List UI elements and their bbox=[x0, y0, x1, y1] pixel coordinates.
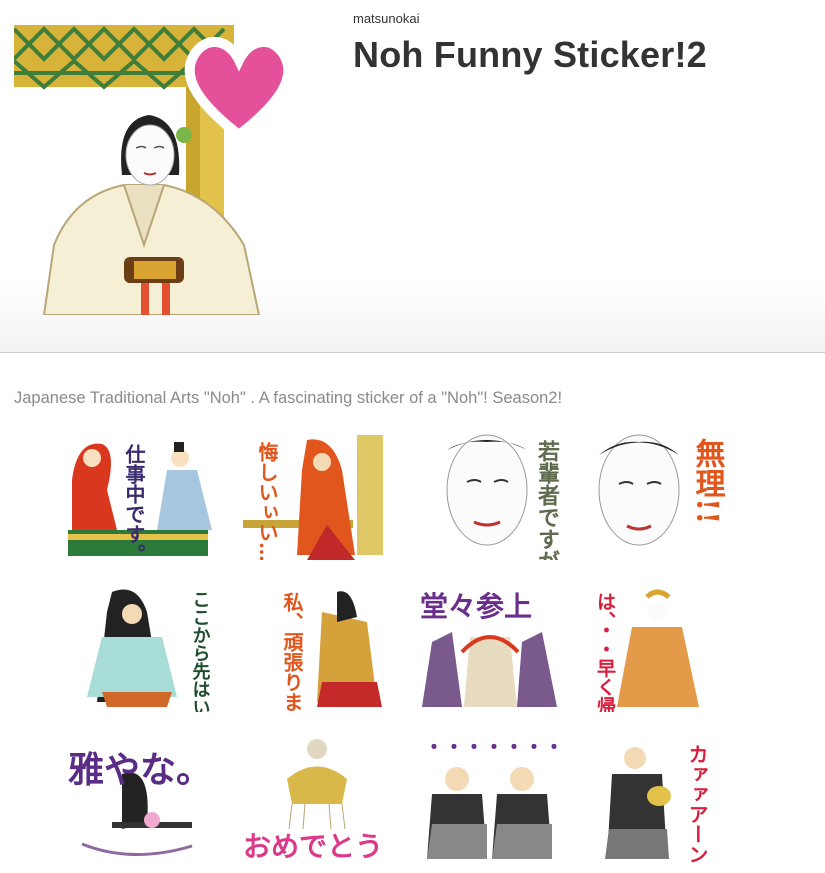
sticker-12-text: カァァアーン bbox=[685, 744, 709, 864]
sticker-3[interactable]: 若輩者ですが・・ bbox=[412, 430, 567, 560]
sticker-7-text: 堂々参上 bbox=[420, 590, 532, 623]
noh-performer-heart-illustration bbox=[12, 25, 294, 316]
sticker-5-text: ここから先はいってはなりませぬ! bbox=[190, 590, 211, 712]
author-name[interactable]: matsunokai bbox=[353, 11, 419, 26]
sticker-2[interactable]: 悔しいぃい…!! bbox=[237, 430, 392, 560]
sticker-2-text: 悔しいぃい…!! bbox=[255, 441, 279, 560]
main-sticker-image bbox=[12, 15, 314, 316]
sticker-3-text: 若輩者ですが・・ bbox=[534, 439, 561, 560]
sticker-6[interactable]: 私、頑張りまする! bbox=[237, 582, 392, 712]
sticker-9[interactable]: 雅やな。 bbox=[62, 734, 217, 864]
sticker-10-text: おめでとう bbox=[243, 830, 383, 863]
sticker-8[interactable]: は、・・早く帰りたい!! bbox=[587, 582, 742, 712]
sticker-1[interactable]: 仕事中です。 bbox=[62, 430, 217, 560]
sticker-4-text: 無理!! bbox=[690, 438, 726, 524]
sticker-11-text: ・・・・・・・・。 bbox=[424, 735, 567, 759]
page-title: Noh Funny Sticker!2 bbox=[353, 34, 707, 75]
sticker-5[interactable]: ここから先はいってはなりませぬ! bbox=[62, 582, 217, 712]
sticker-11[interactable]: ・・・・・・・・。 bbox=[412, 734, 567, 864]
sticker-12[interactable]: カァァアーン bbox=[587, 734, 742, 864]
sticker-6-text: 私、頑張りまする! bbox=[280, 592, 304, 712]
sticker-8-text: は、・・早く帰りたい!! bbox=[594, 592, 616, 712]
sticker-7[interactable]: 堂々参上 bbox=[412, 582, 567, 712]
sticker-description: Japanese Traditional Arts "Noh" . A fasc… bbox=[14, 389, 563, 407]
sticker-10[interactable]: おめでとう bbox=[237, 734, 392, 864]
sticker-9-text: 雅やな。 bbox=[68, 749, 212, 791]
sticker-4[interactable]: 無理!! bbox=[587, 430, 742, 560]
sticker-header: matsunokai Noh Funny Sticker!2 bbox=[0, 0, 825, 353]
sticker-grid: 仕事中です。 悔しいぃい…!! 若輩者ですが・・ 無理!! 私、頑張りまする! … bbox=[60, 430, 760, 870]
sticker-1-text: 仕事中です。 bbox=[122, 443, 146, 560]
